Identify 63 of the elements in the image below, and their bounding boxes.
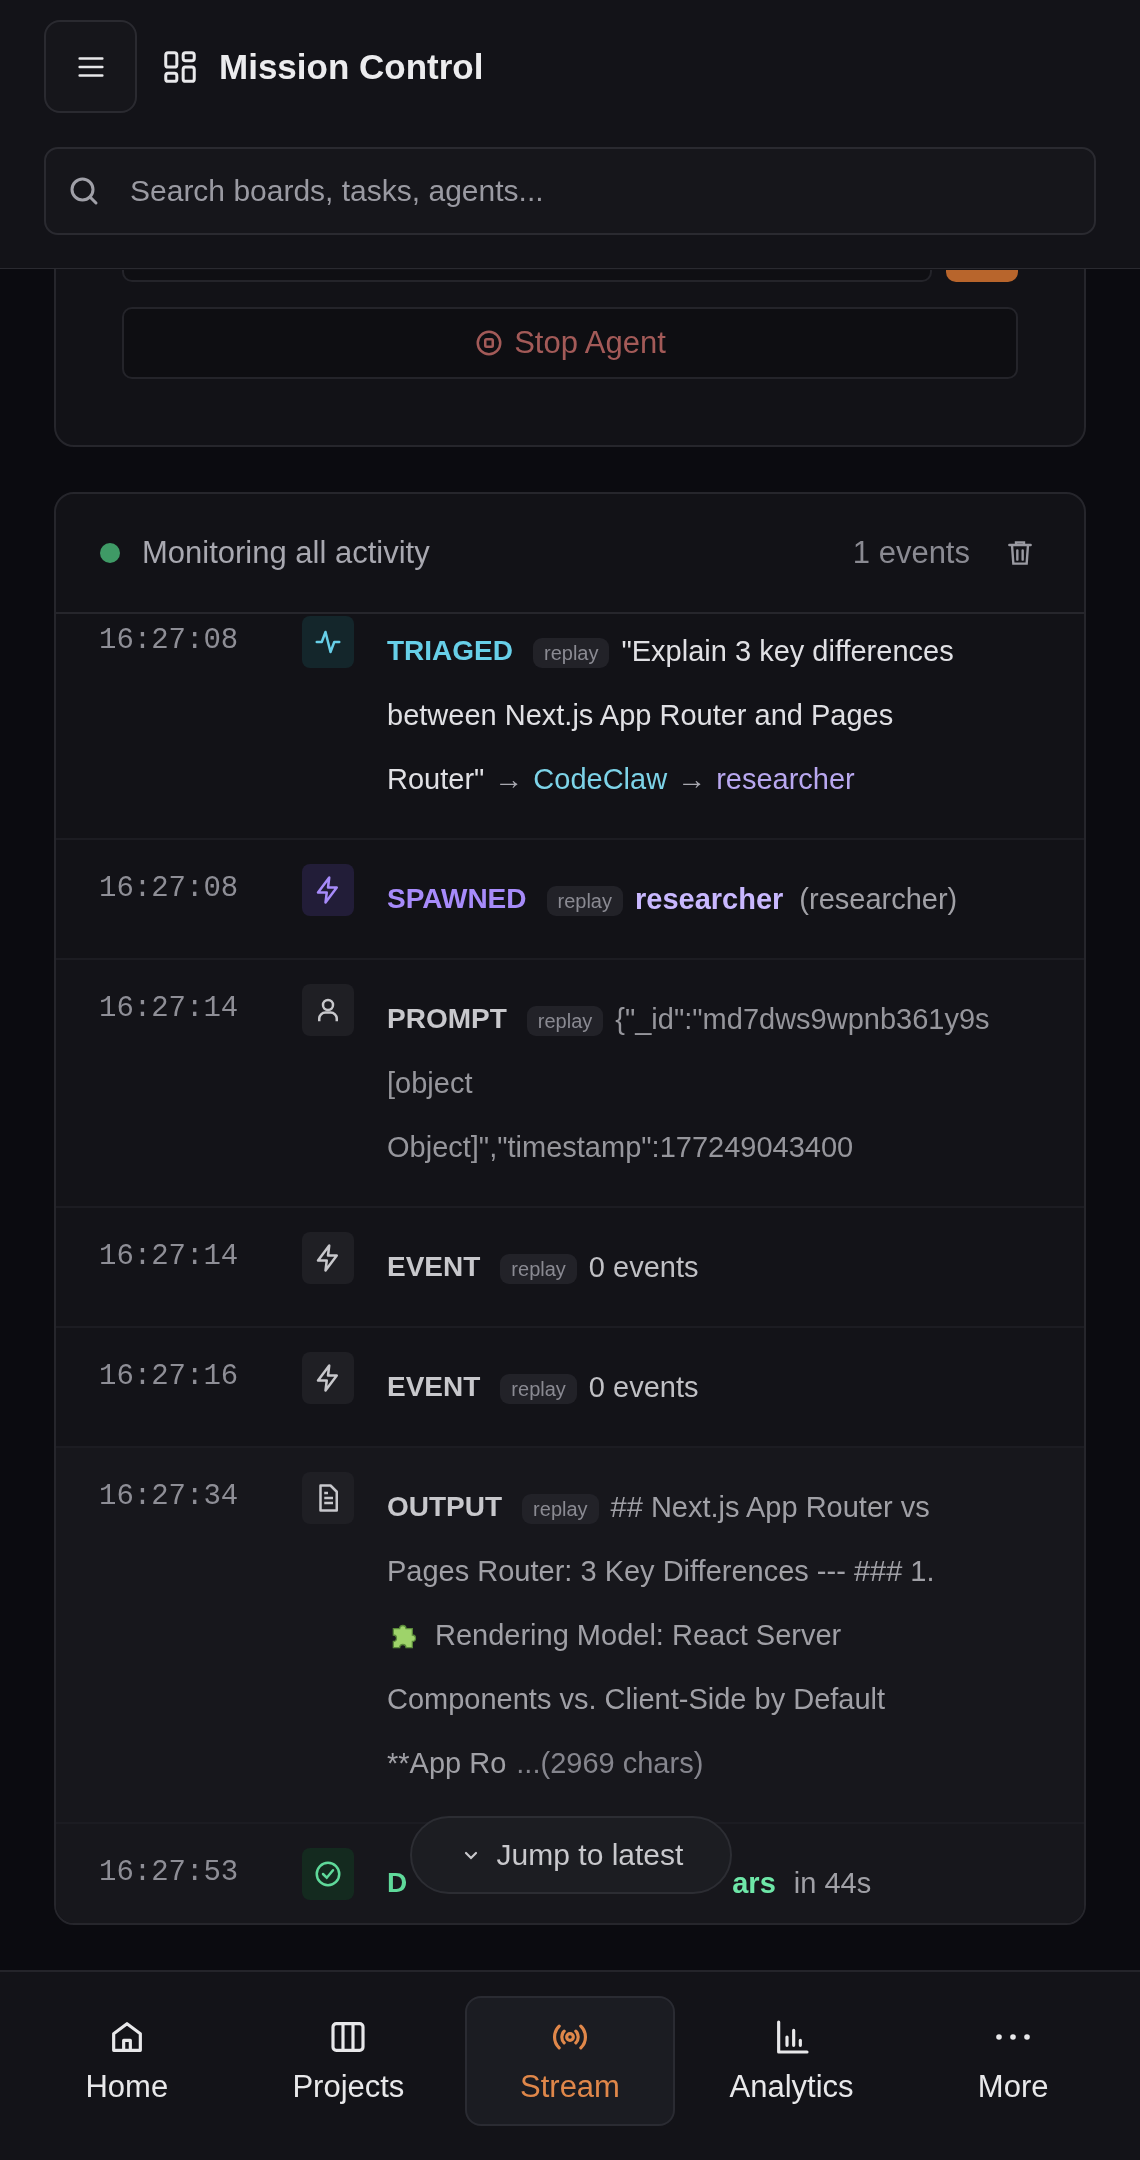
quote-text: Router"	[387, 762, 485, 796]
lightning-icon	[302, 1352, 354, 1404]
event-text: **App Ro	[387, 1746, 507, 1780]
text-field[interactable]	[122, 270, 932, 282]
event-time: 16:27:14	[99, 1239, 240, 1275]
nav-tab[interactable]: Analytics	[686, 1996, 897, 2126]
menu-button[interactable]	[44, 20, 137, 113]
char-count: ...(2969 chars)	[516, 1746, 704, 1780]
replay-tag: replay	[546, 886, 623, 916]
source-name: CodeClaw	[533, 762, 668, 796]
event-time: 16:27:34	[99, 1479, 240, 1515]
replay-tag: replay	[500, 1254, 577, 1284]
jump-to-latest-button[interactable]: Jump to latest	[410, 1816, 732, 1894]
replay-tag: replay	[526, 1006, 604, 1036]
event-count: 1 events	[852, 535, 970, 571]
arrow-symbol: →	[494, 762, 524, 796]
event-text: ## Next.js App Router vs	[610, 1490, 930, 1524]
replay-tag: replay	[500, 1374, 577, 1404]
lightning-icon	[302, 864, 354, 916]
quote-text: between Next.js App Router and Pages	[387, 698, 894, 732]
app-title: Mission Control	[219, 46, 484, 87]
event-type: SPAWNED	[387, 883, 527, 915]
more-icon	[996, 2033, 1031, 2041]
event-text: (researcher)	[799, 882, 958, 916]
event-type: EVENT	[387, 1251, 481, 1283]
event-text: ars	[732, 1866, 776, 1900]
stop-agent-button[interactable]: Stop Agent	[122, 307, 1018, 379]
event-text: Object]","timestamp":177249043400	[387, 1130, 854, 1164]
replay-tag: replay	[533, 638, 610, 668]
search-field[interactable]: Search boards, tasks, agents...	[44, 147, 1096, 235]
user-icon	[302, 984, 354, 1036]
event-type: TRIAGED	[387, 635, 513, 667]
nav-tab[interactable]: More	[908, 1996, 1118, 2126]
event-text: in 44s	[793, 1866, 872, 1900]
event-time: 16:27:53	[99, 1855, 240, 1891]
event-type: PROMPT	[387, 1003, 507, 1035]
event-type: EVENT	[387, 1371, 481, 1403]
nav-tab[interactable]: Home	[22, 1996, 232, 2126]
replay-tag: replay	[522, 1494, 599, 1524]
event-time: 16:27:16	[99, 1359, 240, 1395]
event-text: Pages Router: 3 Key Differences --- ### 1.	[387, 1554, 935, 1588]
event-text: 0 events	[588, 1370, 699, 1404]
event-text: {"_id":"md7dws9wpnb361y9s	[615, 1002, 990, 1036]
event-text: Components vs. Client-Side by Default	[387, 1682, 886, 1716]
event-time: 16:27:14	[99, 991, 240, 1027]
event-time: 16:27:08	[99, 871, 240, 907]
event-time: 16:27:08	[99, 623, 240, 659]
event-type: D	[387, 1867, 408, 1899]
status-text: Monitoring all activity	[142, 535, 431, 571]
lightning-icon	[302, 1232, 354, 1284]
event-text: [object	[387, 1066, 473, 1100]
quote-text: "Explain 3 key differences	[621, 634, 954, 668]
arrow-symbol: →	[677, 762, 707, 796]
pulse-icon	[302, 616, 354, 668]
send-button[interactable]	[946, 270, 1018, 282]
document-icon	[302, 1472, 354, 1524]
nav-tab[interactable]: Projects	[243, 1996, 454, 2126]
event-text: 0 events	[588, 1250, 699, 1284]
nav-tab[interactable]: Stream	[465, 1996, 675, 2126]
event-text: Rendering Model: React Server	[435, 1618, 842, 1652]
agent-name: researcher	[635, 882, 784, 916]
event-type: OUTPUT	[387, 1491, 503, 1523]
agent-name: researcher	[716, 762, 855, 796]
